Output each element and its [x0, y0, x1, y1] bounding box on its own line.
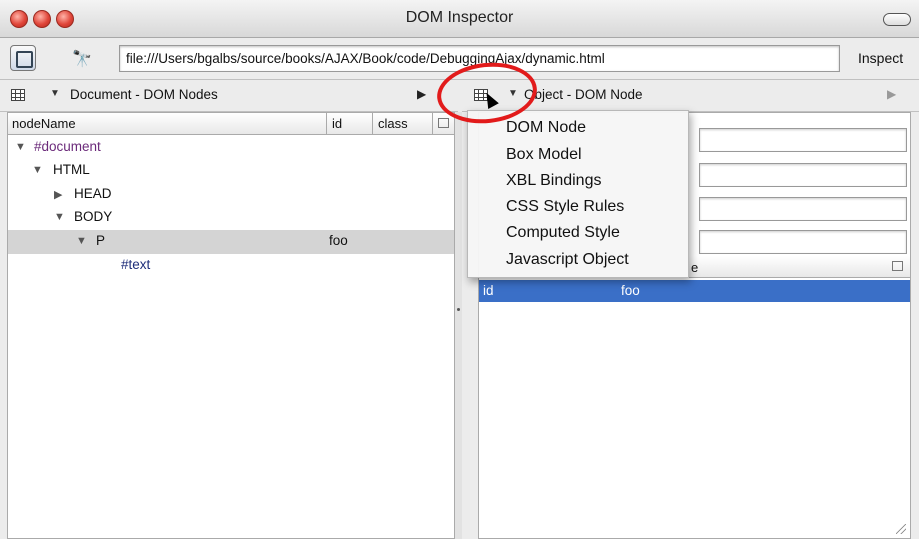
arrow-right-icon[interactable]: ▶ — [417, 87, 426, 101]
namespace-field[interactable] — [699, 163, 907, 187]
node-label: HTML — [53, 162, 90, 177]
menu-item-css-style-rules[interactable]: CSS Style Rules — [506, 198, 624, 216]
node-name-field[interactable] — [699, 128, 907, 152]
node-picker-icon[interactable] — [10, 45, 36, 71]
collapsed-icon[interactable]: ▶ — [54, 188, 62, 201]
node-type-field[interactable] — [699, 197, 907, 221]
tree-row[interactable]: #text — [8, 254, 454, 278]
viewer-dropdown-icon[interactable]: ▼ — [50, 88, 60, 99]
column-picker-icon[interactable] — [892, 261, 903, 271]
pane-splitter[interactable] — [455, 112, 462, 539]
resize-grip-icon[interactable] — [896, 524, 906, 534]
left-panel-title: Document - DOM Nodes — [70, 87, 218, 102]
left-panel-header: ▼ Document - DOM Nodes ▶ — [0, 80, 458, 112]
window-title: DOM Inspector — [405, 9, 514, 26]
attribute-row-selected[interactable]: id foo — [479, 280, 910, 302]
expanded-icon[interactable]: ▼ — [32, 164, 43, 176]
column-divider[interactable] — [372, 113, 373, 135]
tree-column-headers: nodeName id class — [8, 113, 454, 135]
dom-inspector-window: DOM Inspector 🔭 file:///Users/bgalbs/sou… — [0, 0, 919, 539]
attribute-value: foo — [621, 283, 640, 298]
tree-row-selected[interactable]: ▼ P foo — [8, 230, 454, 254]
column-header-nodename[interactable]: nodeName — [12, 116, 76, 131]
binoculars-icon[interactable]: 🔭 — [72, 49, 92, 69]
toolbar-toggle-button[interactable] — [883, 13, 911, 26]
menu-item-xbl-bindings[interactable]: XBL Bindings — [506, 172, 601, 190]
column-divider[interactable] — [432, 113, 433, 135]
viewer-menu: DOM Node Box Model XBL Bindings CSS Styl… — [467, 110, 689, 278]
tree-row[interactable]: ▼ HTML — [8, 159, 454, 183]
column-picker-icon[interactable] — [438, 118, 449, 128]
tree-row[interactable]: ▼ #document — [8, 136, 454, 160]
panel-viewer-icon[interactable] — [11, 89, 25, 101]
node-label: HEAD — [74, 186, 112, 201]
right-panel-title: Object - DOM Node — [524, 87, 643, 102]
menu-item-computed-style[interactable]: Computed Style — [506, 224, 620, 242]
node-label: P — [96, 233, 106, 248]
dom-tree[interactable]: nodeName id class ▼ #document ▼ HTML ▶ H… — [7, 112, 455, 539]
menu-item-box-model[interactable]: Box Model — [506, 146, 582, 164]
node-label: BODY — [74, 209, 113, 224]
splitter-grip[interactable] — [457, 308, 460, 311]
attribute-name: id — [483, 283, 494, 298]
node-id-value: foo — [329, 233, 348, 248]
node-label: #text — [121, 257, 151, 272]
inspect-button[interactable]: Inspect — [858, 50, 903, 66]
column-divider[interactable] — [326, 113, 327, 135]
menu-item-dom-node[interactable]: DOM Node — [506, 119, 586, 137]
column-header-value[interactable]: e — [691, 260, 698, 275]
tree-row[interactable]: ▶ HEAD — [8, 183, 454, 207]
expanded-icon[interactable]: ▼ — [76, 235, 87, 247]
column-header-id[interactable]: id — [332, 116, 342, 131]
tree-row[interactable]: ▼ BODY — [8, 206, 454, 230]
node-label: #document — [34, 139, 101, 154]
expanded-icon[interactable]: ▼ — [15, 141, 26, 153]
title-bar: DOM Inspector — [0, 0, 919, 38]
arrow-right-icon[interactable]: ▶ — [887, 87, 896, 101]
menu-item-javascript-object[interactable]: Javascript Object — [506, 251, 629, 269]
expanded-icon[interactable]: ▼ — [54, 211, 65, 223]
node-value-field[interactable] — [699, 230, 907, 254]
column-header-class[interactable]: class — [378, 116, 408, 131]
